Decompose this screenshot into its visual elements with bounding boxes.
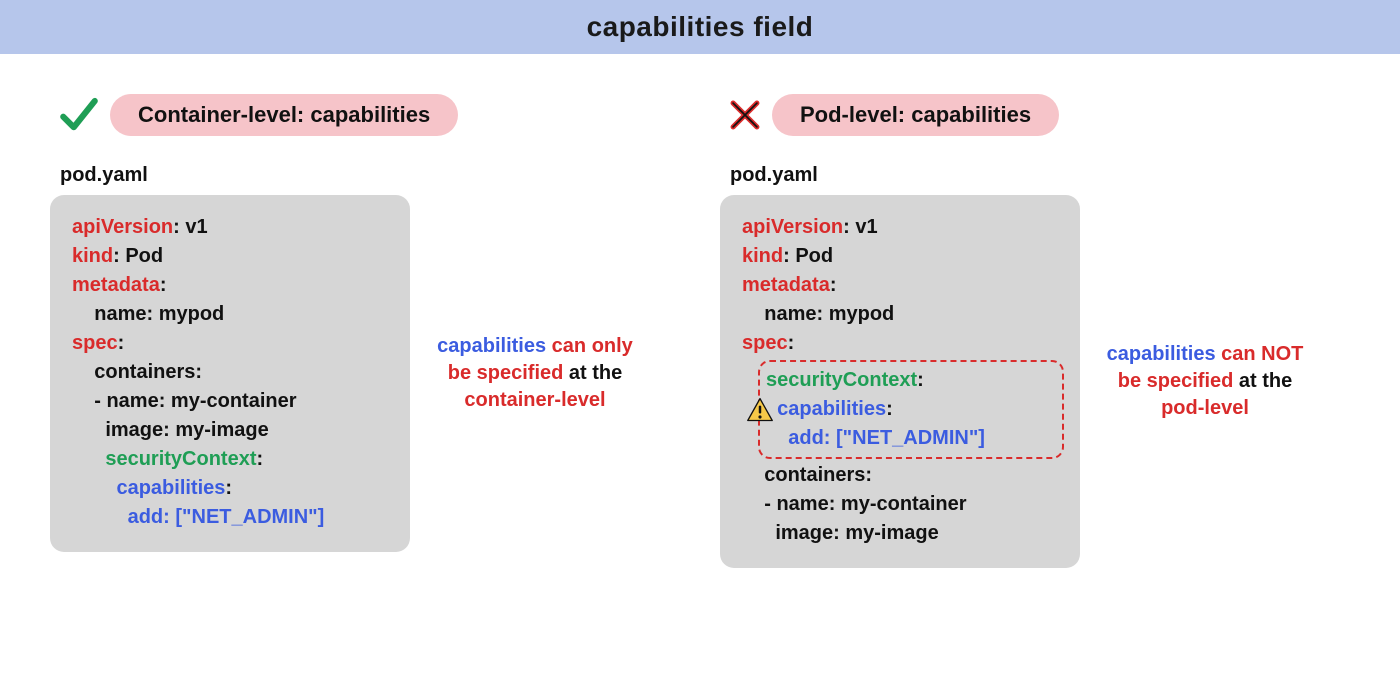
yaml-val: : Pod bbox=[783, 245, 833, 267]
warning-icon bbox=[746, 396, 774, 424]
yaml-key: securityContext bbox=[766, 369, 917, 391]
yaml-indent bbox=[72, 448, 105, 470]
yaml-indent bbox=[766, 427, 788, 449]
yaml-key: add bbox=[128, 506, 164, 528]
right-code-wrap: apiVersion: v1 kind: Pod metadata: name:… bbox=[720, 195, 1350, 568]
aside-text: be specified bbox=[448, 362, 569, 384]
yaml-key: metadata bbox=[72, 274, 160, 296]
yaml-key: add bbox=[788, 427, 824, 449]
yaml-key: apiVersion bbox=[742, 216, 843, 238]
yaml-colon: : bbox=[118, 332, 125, 354]
check-icon bbox=[58, 94, 100, 136]
yaml-key: metadata bbox=[742, 274, 830, 296]
yaml-indent bbox=[72, 506, 128, 528]
aside-text: capabilities bbox=[1107, 343, 1222, 365]
right-code-box: apiVersion: v1 kind: Pod metadata: name:… bbox=[720, 195, 1080, 568]
yaml-colon: : bbox=[917, 369, 924, 391]
yaml-line: - name: my-container bbox=[742, 493, 967, 515]
yaml-line: name: mypod bbox=[742, 303, 894, 325]
yaml-key: securityContext bbox=[105, 448, 256, 470]
page-title: capabilities field bbox=[587, 11, 814, 43]
yaml-key: spec bbox=[72, 332, 118, 354]
aside-text: capabilities bbox=[437, 335, 552, 357]
aside-text: can only bbox=[552, 335, 633, 357]
yaml-key: capabilities bbox=[777, 398, 886, 420]
aside-text: at the bbox=[569, 362, 622, 384]
content: Container-level: capabilities pod.yaml a… bbox=[0, 54, 1400, 568]
yaml-val: : Pod bbox=[113, 245, 163, 267]
yaml-line: image: my-image bbox=[742, 522, 939, 544]
yaml-line: - name: my-container bbox=[72, 390, 297, 412]
left-aside: capabilities can only be specified at th… bbox=[430, 333, 640, 414]
yaml-line: containers: bbox=[72, 361, 202, 383]
yaml-key: spec bbox=[742, 332, 788, 354]
right-aside: capabilities can NOT be specified at the… bbox=[1100, 341, 1310, 422]
left-column: Container-level: capabilities pod.yaml a… bbox=[50, 94, 680, 568]
right-file-label: pod.yaml bbox=[730, 164, 1350, 187]
left-file-label: pod.yaml bbox=[60, 164, 680, 187]
yaml-colon: : bbox=[886, 398, 893, 420]
yaml-val: : v1 bbox=[173, 216, 207, 238]
invalid-block: securityContext: capabilities: add: ["NE… bbox=[758, 360, 1064, 459]
yaml-val: : v1 bbox=[843, 216, 877, 238]
yaml-line: name: mypod bbox=[72, 303, 224, 325]
yaml-colon: : bbox=[257, 448, 264, 470]
yaml-val: : ["NET_ADMIN"] bbox=[824, 427, 985, 449]
yaml-val: : ["NET_ADMIN"] bbox=[163, 506, 324, 528]
aside-text: container-level bbox=[464, 389, 605, 411]
yaml-colon: : bbox=[225, 477, 232, 499]
left-code-box: apiVersion: v1 kind: Pod metadata: name:… bbox=[50, 195, 410, 552]
yaml-key: kind bbox=[72, 245, 113, 267]
aside-text: pod-level bbox=[1161, 397, 1249, 419]
yaml-indent bbox=[72, 477, 116, 499]
yaml-colon: : bbox=[788, 332, 795, 354]
right-badge: Pod-level: capabilities bbox=[772, 94, 1059, 136]
yaml-colon: : bbox=[830, 274, 837, 296]
cross-icon bbox=[728, 98, 762, 132]
aside-text: can NOT bbox=[1221, 343, 1303, 365]
yaml-line: containers: bbox=[742, 464, 872, 486]
yaml-key: capabilities bbox=[116, 477, 225, 499]
right-column: Pod-level: capabilities pod.yaml apiVers… bbox=[720, 94, 1350, 568]
left-code-wrap: apiVersion: v1 kind: Pod metadata: name:… bbox=[50, 195, 680, 552]
right-badge-row: Pod-level: capabilities bbox=[728, 94, 1350, 136]
aside-text: be specified bbox=[1118, 370, 1239, 392]
yaml-line: image: my-image bbox=[72, 419, 269, 441]
yaml-key: apiVersion bbox=[72, 216, 173, 238]
yaml-colon: : bbox=[160, 274, 167, 296]
left-badge-row: Container-level: capabilities bbox=[58, 94, 680, 136]
yaml-key: kind bbox=[742, 245, 783, 267]
left-badge: Container-level: capabilities bbox=[110, 94, 458, 136]
page-header: capabilities field bbox=[0, 0, 1400, 54]
aside-text: at the bbox=[1239, 370, 1292, 392]
